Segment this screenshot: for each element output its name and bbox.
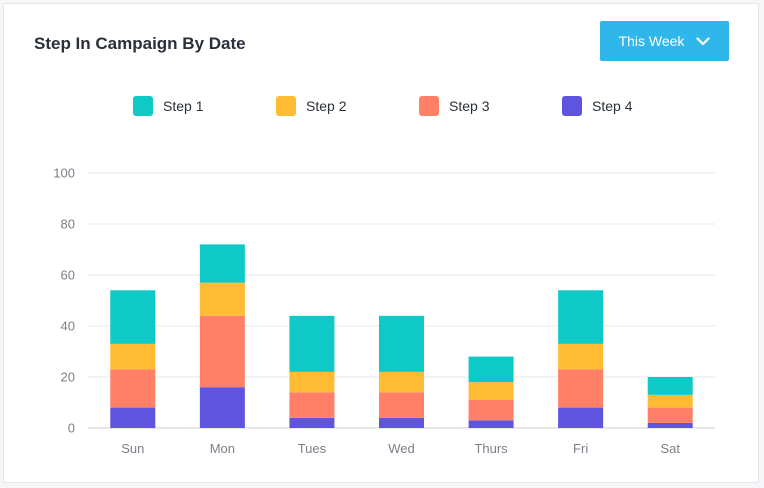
bar-segment[interactable] xyxy=(289,315,335,372)
bar-segment[interactable] xyxy=(558,290,604,344)
bar-segment[interactable] xyxy=(199,387,245,428)
y-tick-label: 40 xyxy=(61,319,75,334)
chart-card: Step In Campaign By Date This Week Step … xyxy=(3,3,759,483)
bar-segment[interactable] xyxy=(110,290,156,344)
bar-segment[interactable] xyxy=(558,369,604,408)
bar-segment[interactable] xyxy=(647,394,693,408)
x-tick-label: Fri xyxy=(573,441,588,456)
x-tick-label: Wed xyxy=(388,441,415,456)
bar-segment[interactable] xyxy=(468,399,514,421)
bar-segment[interactable] xyxy=(379,417,424,428)
bar-segment[interactable] xyxy=(647,377,693,395)
bar-segment[interactable] xyxy=(110,407,156,428)
x-tick-label: Sun xyxy=(121,441,144,456)
y-tick-label: 0 xyxy=(68,421,75,436)
bar-segment[interactable] xyxy=(199,315,245,388)
x-tick-label: Thurs xyxy=(474,441,508,456)
bar-segment[interactable] xyxy=(289,392,335,418)
bar-segment[interactable] xyxy=(647,407,693,423)
bar-segment[interactable] xyxy=(468,382,514,400)
bar-segment[interactable] xyxy=(110,343,156,370)
bar-segment[interactable] xyxy=(289,417,335,428)
bar-segment[interactable] xyxy=(558,407,604,428)
bar-segment[interactable] xyxy=(379,371,424,393)
bar-segment[interactable] xyxy=(468,420,514,428)
bar-segment[interactable] xyxy=(110,369,156,408)
bar-segment[interactable] xyxy=(379,392,424,418)
x-tick-label: Tues xyxy=(298,441,327,456)
y-tick-label: 80 xyxy=(61,217,75,232)
stacked-bar-chart: 0 20 40 60 80 100 Sun Mon Tues Wed Thurs Fri Sat xyxy=(53,166,715,456)
bar-segment[interactable] xyxy=(379,315,424,372)
bar-segment[interactable] xyxy=(289,371,335,393)
x-tick-label: Sat xyxy=(660,441,680,456)
y-tick-label: 20 xyxy=(61,370,75,385)
y-tick-label: 60 xyxy=(61,268,75,283)
bar-segment[interactable] xyxy=(558,343,604,370)
bar-segment[interactable] xyxy=(468,356,514,383)
y-tick-label: 100 xyxy=(53,166,75,181)
x-tick-label: Mon xyxy=(210,441,235,456)
bar-segment[interactable] xyxy=(199,282,245,316)
bar-segment[interactable] xyxy=(199,244,245,283)
bar-segment[interactable] xyxy=(647,422,693,428)
